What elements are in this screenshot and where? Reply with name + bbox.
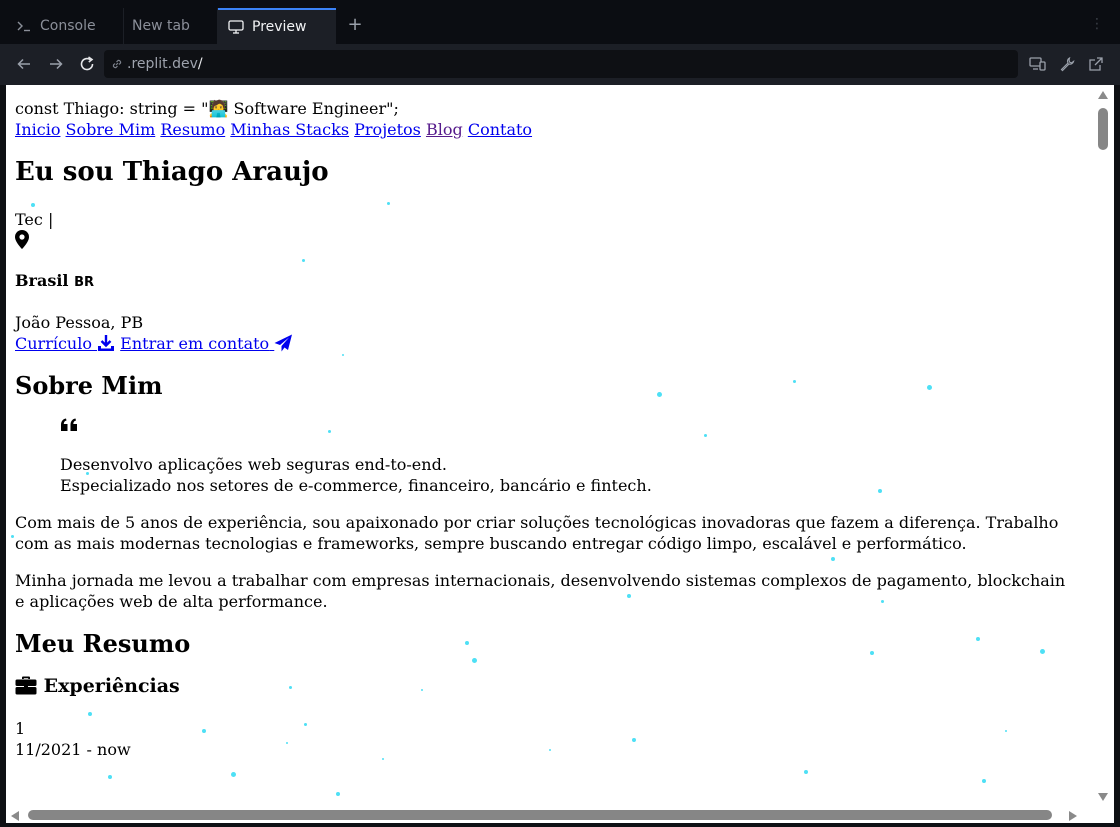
tab-new-tab-label: New tab — [132, 18, 190, 34]
page-content: const Thiago: string = "🧑‍💻 Software Eng… — [6, 85, 1088, 760]
url-input[interactable]: .replit.dev / — [104, 50, 1018, 78]
link-icon — [110, 57, 124, 71]
location-country: Brasil BR — [15, 270, 1079, 293]
cta-links: Currículo Entrar em contato — [15, 333, 1079, 354]
vertical-scroll-thumb[interactable] — [1098, 108, 1108, 150]
tab-console-label: Console — [40, 18, 96, 34]
contact-link[interactable]: Entrar em contato — [120, 334, 293, 353]
about-paragraph-1: Com mais de 5 anos de experiência, sou a… — [15, 513, 1059, 553]
url-host: .replit.dev — [127, 56, 198, 72]
nav-link-minhas-stacks[interactable]: Minhas Stacks — [230, 120, 349, 139]
url-path: / — [197, 56, 203, 72]
tab-bar: Console New tab Preview + ⋮ — [0, 0, 1120, 44]
web-page: const Thiago: string = "🧑‍💻 Software Eng… — [6, 85, 1088, 807]
horizontal-scrollbar[interactable] — [6, 807, 1088, 823]
open-external-icon[interactable] — [1087, 55, 1105, 73]
preview-viewport: const Thiago: string = "🧑‍💻 Software Eng… — [6, 85, 1114, 823]
country-code: BR — [74, 275, 94, 290]
code-line: const Thiago: string = "🧑‍💻 Software Eng… — [15, 99, 399, 118]
scroll-down-icon[interactable] — [1097, 792, 1109, 802]
nav-link-resumo[interactable]: Resumo — [160, 120, 225, 139]
tab-preview-label: Preview — [252, 19, 307, 35]
paper-plane-icon — [274, 334, 293, 352]
quote-left-icon — [60, 416, 1079, 436]
tab-menu-icon[interactable]: ⋮ — [1090, 16, 1104, 32]
experience-index: 1 — [15, 719, 26, 738]
contact-link-label: Entrar em contato — [120, 334, 270, 353]
experience-title: Experiências — [15, 674, 1079, 698]
location-city: João Pessoa, PB — [15, 313, 144, 332]
nav-link-inicio[interactable]: Inicio — [15, 120, 60, 139]
new-tab-button[interactable]: + — [346, 15, 364, 35]
tab-new-tab[interactable]: New tab — [124, 8, 218, 44]
about-title: Sobre Mim — [15, 371, 163, 400]
download-icon — [98, 335, 115, 351]
monitor-icon — [228, 20, 244, 34]
country-name: Brasil — [15, 271, 69, 290]
tab-preview[interactable]: Preview — [218, 8, 336, 44]
experience-title-label: Experiências — [43, 675, 180, 697]
nav-link-blog[interactable]: Blog — [426, 120, 463, 139]
tab-console[interactable]: Console — [6, 8, 124, 44]
scroll-up-icon[interactable] — [1097, 90, 1109, 100]
hero-title: Eu sou Thiago Araujo — [15, 157, 329, 187]
scroll-right-icon[interactable] — [1068, 810, 1078, 822]
nav-link-projetos[interactable]: Projetos — [354, 120, 421, 139]
experience-period: 11/2021 - now — [15, 740, 131, 759]
cv-download-link[interactable]: Currículo — [15, 334, 115, 353]
resume-title: Meu Resumo — [15, 629, 191, 658]
cv-link-label: Currículo — [15, 334, 92, 353]
about-quote: Desenvolvo aplicações web seguras end-to… — [60, 416, 1079, 496]
wrench-icon[interactable] — [1058, 55, 1076, 73]
nav-link-sobre-mim[interactable]: Sobre Mim — [66, 120, 156, 139]
reload-icon[interactable] — [77, 54, 97, 74]
quote-line-1: Desenvolvo aplicações web seguras end-to… — [60, 455, 447, 474]
terminal-icon — [16, 19, 32, 33]
scroll-left-icon[interactable] — [10, 810, 20, 822]
back-icon[interactable] — [14, 54, 34, 74]
vertical-scrollbar[interactable] — [1088, 85, 1114, 807]
forward-icon[interactable] — [46, 54, 66, 74]
briefcase-icon — [15, 676, 37, 695]
nav-link-contato[interactable]: Contato — [468, 120, 532, 139]
map-pin-icon — [15, 230, 1079, 251]
scrollbar-corner — [1069, 807, 1114, 823]
site-nav: Inicio Sobre Mim Resumo Minhas Stacks Pr… — [15, 119, 1079, 140]
typing-text: Tec | — [15, 210, 54, 229]
address-bar: .replit.dev / — [0, 44, 1120, 85]
quote-line-2: Especializado nos setores de e-commerce,… — [60, 476, 652, 495]
devices-icon[interactable] — [1029, 55, 1047, 73]
horizontal-scroll-thumb[interactable] — [28, 810, 1052, 820]
about-paragraph-2: Minha jornada me levou a trabalhar com e… — [15, 571, 1066, 611]
